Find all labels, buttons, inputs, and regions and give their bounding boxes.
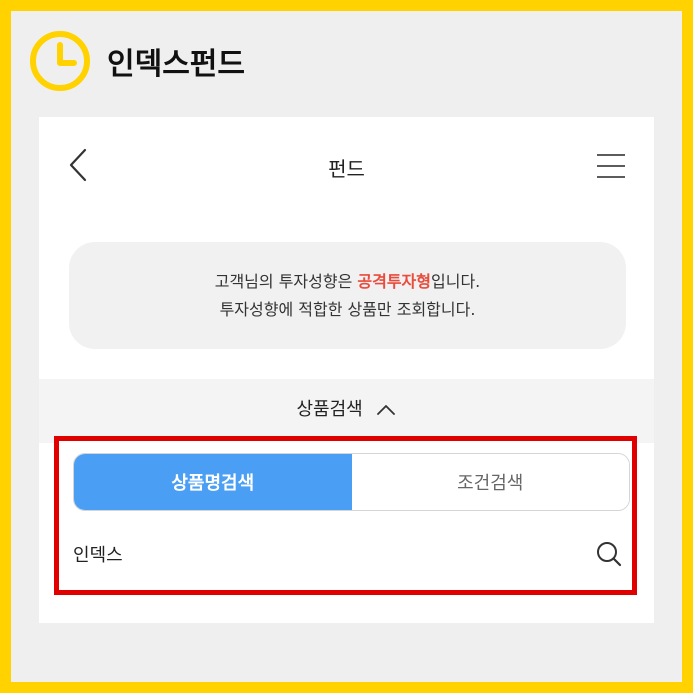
page-title: 펀드 [328,157,365,181]
product-search-toggle-bar: 상품검색 [39,379,654,443]
search-mode-tabs: 상품명검색 조건검색 [73,453,630,511]
clock-icon [30,31,90,91]
investment-profile-notice: 고객님의 투자성향은 공격투자형입니다. 투자성향에 적합한 상품만 조회합니다… [69,242,626,349]
risk-profile-label: 공격투자형 [357,271,431,291]
search-input[interactable] [73,536,573,572]
search-row [73,536,628,576]
fund-panel: 펀드 고객님의 투자성향은 공격투자형입니다. 투자성향에 적합한 상품만 조회… [39,117,654,623]
product-search-toggle[interactable]: 상품검색 [39,395,654,421]
frame-inner: 인덱스펀드 펀드 고객님의 투자성향은 공격투자형입니다. 투자성향에 적합한 … [11,11,682,682]
hamburger-menu-icon[interactable] [596,151,626,181]
product-search-label: 상품검색 [296,399,363,420]
chevron-up-icon [377,405,396,415]
search-section-highlight: 상품명검색 조건검색 [54,436,637,595]
notice-prefix: 고객님의 투자성향은 [214,271,358,291]
brand-title: 인덱스펀드 [107,47,245,82]
search-icon[interactable] [595,540,623,568]
tab-product-name-search[interactable]: 상품명검색 [74,454,352,510]
tab-condition-search[interactable]: 조건검색 [351,454,629,510]
app-header: 펀드 [39,117,654,217]
brand-header: 인덱스펀드 [29,27,245,95]
notice-suffix: 입니다. [431,271,481,291]
notice-line-2: 투자성향에 적합한 상품만 조회합니다. [219,299,476,319]
notice-line-1: 고객님의 투자성향은 공격투자형입니다. [215,268,481,296]
